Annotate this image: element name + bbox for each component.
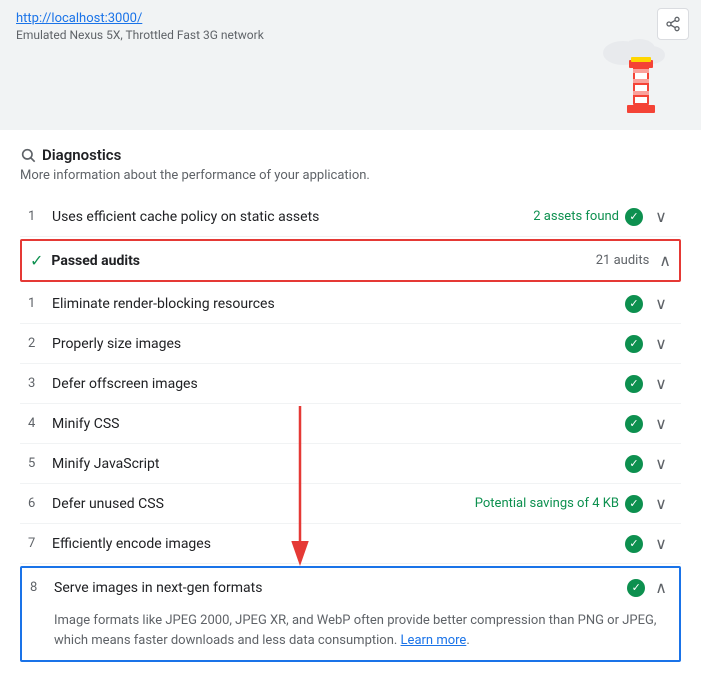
audit-item-meta: ✓ ∨ — [625, 374, 669, 393]
audit-item-label: Properly size images — [52, 336, 625, 352]
cache-audit-number: 1 — [28, 209, 52, 224]
audit-check-icon: ✓ — [625, 295, 643, 313]
main-content: Diagnostics More information about the p… — [0, 130, 701, 680]
passed-audits-count: 21 audits — [596, 253, 650, 268]
expanded-audit-chevron-icon: ∧ — [655, 578, 667, 597]
audit-chevron-icon: ∨ — [653, 374, 669, 393]
audit-item-number: 6 — [28, 496, 52, 511]
audit-item-meta: ✓ ∨ — [625, 414, 669, 433]
audit-item-number: 4 — [28, 416, 52, 431]
learn-more-link[interactable]: Learn more — [401, 633, 467, 648]
audit-check-icon: ✓ — [625, 495, 643, 513]
expanded-audit-check-icon: ✓ — [627, 579, 645, 597]
audit-item-label: Defer offscreen images — [52, 376, 625, 392]
audit-row[interactable]: 2 Properly size images ✓ ∨ — [20, 324, 681, 364]
audit-check-icon: ✓ — [625, 375, 643, 393]
audit-check-icon: ✓ — [625, 415, 643, 433]
expanded-audit-row[interactable]: 8 Serve images in next-gen formats ✓ ∧ I… — [20, 566, 681, 662]
audit-row[interactable]: 5 Minify JavaScript ✓ ∨ — [20, 444, 681, 484]
audit-check-icon: ✓ — [625, 535, 643, 553]
expanded-audit-number: 8 — [30, 580, 54, 595]
lighthouse-logo — [601, 35, 681, 130]
expanded-audit-description: Image formats like JPEG 2000, JPEG XR, a… — [22, 607, 679, 660]
audit-item-number: 2 — [28, 336, 52, 351]
audit-check-icon: ✓ — [625, 455, 643, 473]
expanded-audit-row-header: 8 Serve images in next-gen formats ✓ ∧ — [22, 568, 679, 607]
audit-item-meta: Potential savings of 4 KB ✓ ∨ — [475, 494, 669, 513]
diagnostics-section-header: Diagnostics — [20, 146, 681, 164]
passed-audits-row[interactable]: ✓ Passed audits 21 audits ∧ — [20, 239, 681, 282]
audit-savings-text: Potential savings of 4 KB — [475, 496, 619, 511]
cache-audit-label: Uses efficient cache policy on static as… — [52, 209, 533, 225]
audit-row[interactable]: 1 Eliminate render-blocking resources ✓ … — [20, 284, 681, 324]
share-icon — [665, 16, 681, 32]
diagnostics-icon — [20, 147, 36, 163]
header-bar: http://localhost:3000/ Emulated Nexus 5X… — [0, 0, 701, 130]
audit-item-number: 7 — [28, 536, 52, 551]
audit-row[interactable]: 4 Minify CSS ✓ ∨ — [20, 404, 681, 444]
audit-chevron-icon: ∨ — [653, 414, 669, 433]
audit-check-icon: ✓ — [625, 335, 643, 353]
audit-item-label: Defer unused CSS — [52, 496, 475, 512]
audit-item-label: Efficiently encode images — [52, 536, 625, 552]
url-link[interactable]: http://localhost:3000/ — [16, 11, 142, 26]
cache-audit-meta-text: 2 assets found — [533, 209, 619, 224]
audit-item-meta: ✓ ∨ — [625, 294, 669, 313]
audit-chevron-icon: ∨ — [653, 334, 669, 353]
audit-item-meta: ✓ ∨ — [625, 334, 669, 353]
audit-chevron-icon: ∨ — [653, 534, 669, 553]
audit-item-number: 1 — [28, 296, 52, 311]
audit-item-meta: ✓ ∨ — [625, 534, 669, 553]
audit-chevron-icon: ∨ — [653, 294, 669, 313]
audit-chevron-icon: ∨ — [653, 454, 669, 473]
audit-row[interactable]: 6 Defer unused CSS Potential savings of … — [20, 484, 681, 524]
passed-audits-chevron-icon: ∧ — [659, 251, 671, 270]
expanded-audit-label: Serve images in next-gen formats — [54, 580, 627, 596]
audit-row[interactable]: 7 Efficiently encode images ✓ ∨ — [20, 524, 681, 564]
expanded-audit-meta: ✓ ∧ — [627, 578, 667, 597]
audit-chevron-icon: ∨ — [653, 494, 669, 513]
audit-list: 1 Eliminate render-blocking resources ✓ … — [20, 284, 681, 564]
passed-audits-label: Passed audits — [51, 253, 595, 269]
audit-item-label: Minify JavaScript — [52, 456, 625, 472]
cache-audit-chevron-icon: ∨ — [653, 207, 669, 226]
passed-check-icon: ✓ — [30, 251, 43, 270]
cache-audit-check-icon: ✓ — [625, 208, 643, 226]
audit-item-number: 3 — [28, 376, 52, 391]
diagnostics-subtitle: More information about the performance o… — [20, 168, 681, 183]
header-subtitle: Emulated Nexus 5X, Throttled Fast 3G net… — [16, 28, 685, 42]
audit-item-meta: ✓ ∨ — [625, 454, 669, 473]
cache-audit-row[interactable]: 1 Uses efficient cache policy on static … — [20, 197, 681, 237]
diagnostics-title: Diagnostics — [42, 146, 121, 164]
audit-row[interactable]: 3 Defer offscreen images ✓ ∨ — [20, 364, 681, 404]
audit-item-number: 5 — [28, 456, 52, 471]
arrow-annotation-container: 8 Serve images in next-gen formats ✓ ∧ I… — [20, 566, 681, 662]
audit-item-label: Minify CSS — [52, 416, 625, 432]
cache-audit-meta: 2 assets found ✓ ∨ — [533, 207, 669, 226]
audit-item-label: Eliminate render-blocking resources — [52, 296, 625, 312]
